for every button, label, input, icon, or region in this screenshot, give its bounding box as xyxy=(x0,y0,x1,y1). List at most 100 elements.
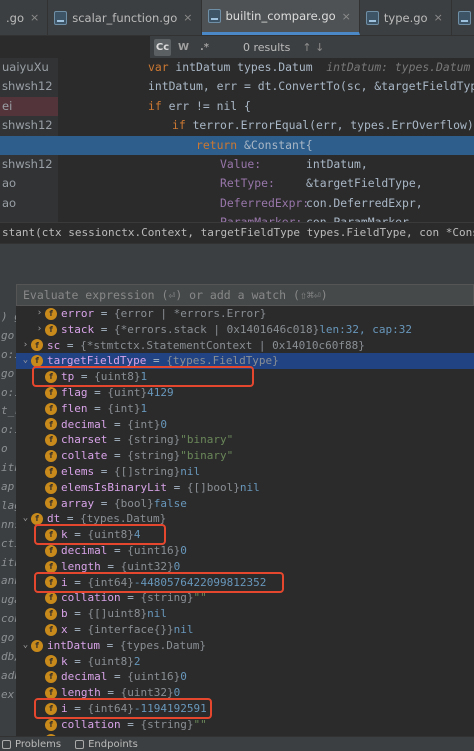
chevron-right-icon[interactable]: › xyxy=(20,338,31,354)
variable-row[interactable]: ⌄ f intDatum = {types.Datum} xyxy=(16,638,474,654)
variable-row[interactable]: f collation = {string} "" xyxy=(16,717,474,733)
stack-frame[interactable]: ) g xyxy=(0,308,16,327)
code-line: DeferredExpr:con.DeferredExpr, xyxy=(220,195,423,210)
whole-words-toggle[interactable]: W xyxy=(175,39,192,56)
variable-row[interactable]: f decimal = {int} 0 xyxy=(16,417,474,433)
evaluate-expression-input[interactable]: Evaluate expression (⏎) or add a watch (… xyxy=(16,284,474,306)
variable-name: collation xyxy=(61,591,121,605)
variable-value: 4129 xyxy=(147,385,174,399)
variable-row[interactable]: f array = {bool} false xyxy=(16,496,474,512)
variable-value: len:32, cap:32 xyxy=(319,322,413,336)
stack-frame[interactable]: ith xyxy=(0,459,16,478)
stack-frame[interactable]: go xyxy=(0,629,16,648)
problems-tab[interactable]: Problems xyxy=(0,739,61,750)
stack-frame[interactable]: ann xyxy=(0,572,16,591)
variable-name: decimal xyxy=(61,543,108,557)
variable-row[interactable]: f decimal = {uint16} 0 xyxy=(16,543,474,559)
variable-type: {[]string} xyxy=(114,464,181,478)
variable-name: decimal xyxy=(61,417,108,431)
editor-tab[interactable]: scalar_function.go × xyxy=(48,0,202,35)
editor-tab-bar: .go × scalar_function.go × builtin_compare.g… xyxy=(0,0,474,36)
annotation-highlight-box xyxy=(34,524,166,546)
equals-sign: = xyxy=(120,591,141,605)
variable-row[interactable]: › f sc = {*stmtctx.StatementContext | 0x14… xyxy=(16,338,474,354)
equals-sign: = xyxy=(99,638,120,652)
stack-frame[interactable]: o:1 xyxy=(0,346,16,365)
stack-frame[interactable]: go xyxy=(0,327,16,346)
stack-frame[interactable]: t_re xyxy=(0,402,16,421)
field-icon: f xyxy=(45,481,57,494)
stack-frame[interactable]: lag xyxy=(0,497,16,516)
variable-row[interactable]: › f error = {error | *errors.Error} xyxy=(16,306,474,322)
stack-frame[interactable]: o xyxy=(0,440,16,459)
breadcrumb[interactable]: stant(ctx sessionctx.Context, targetFiel… xyxy=(0,222,474,242)
variable-row[interactable]: f flen = {int} 1 xyxy=(16,401,474,417)
variable-row[interactable]: f collate = {string} "binary" xyxy=(16,448,474,464)
variable-value: nil xyxy=(239,480,260,494)
stack-frame[interactable]: ex xyxy=(0,686,16,705)
stack-frame[interactable]: nns xyxy=(0,516,16,535)
annotation-highlight-box xyxy=(34,698,212,719)
editor-tab[interactable]: builtin_compare.go × xyxy=(201,0,360,35)
variable-row[interactable]: f flag = {uint} 4129 xyxy=(16,385,474,401)
tab-label: builtin_compare.go xyxy=(225,9,336,23)
stack-frame[interactable]: o:1 xyxy=(0,421,16,440)
regex-toggle[interactable]: .* xyxy=(196,39,213,56)
variable-row[interactable]: f collation = {string} "" xyxy=(16,590,474,606)
chevron-right-icon[interactable]: › xyxy=(34,322,45,338)
code-editor[interactable]: uaiyuXushwsh12eishwsh12shwsh12shwsh12aoa… xyxy=(0,58,474,229)
frames-list[interactable]: ) ggoo:1goo:1t_reo:1oithaplagnnsctioitha… xyxy=(0,284,16,737)
variable-row[interactable]: fx = {interface{}} nil xyxy=(16,622,474,638)
variables-tree[interactable]: › f error = {error | *errors.Error} › f stack… xyxy=(16,306,474,737)
variable-value: false xyxy=(153,496,187,510)
variable-name: charset xyxy=(61,433,108,447)
stack-frame[interactable]: con xyxy=(0,610,16,629)
equals-sign: = xyxy=(107,670,128,684)
close-icon[interactable]: × xyxy=(183,11,192,24)
stack-frame[interactable]: ctio xyxy=(0,535,16,554)
stack-frame[interactable]: adb/ xyxy=(0,667,16,686)
variable-type: {int} xyxy=(107,401,141,415)
variable-row[interactable]: › f stack = {*errors.stack | 0x1401646c018… xyxy=(16,322,474,338)
editor-tab[interactable]: type.go × xyxy=(360,0,452,35)
code-line: var intDatum types.Datum intDatum: types… xyxy=(148,60,471,74)
variable-row[interactable]: f elemsIsBinaryLit = {[]bool} nil xyxy=(16,480,474,496)
tab-label: .go xyxy=(6,10,24,25)
match-case-toggle[interactable]: Cc xyxy=(154,38,171,56)
variable-value: "" xyxy=(193,717,207,731)
field-icon: f xyxy=(45,465,57,478)
variable-row[interactable]: f decimal = {uint16} 0 xyxy=(16,669,474,685)
code-lines[interactable]: var intDatum types.Datum intDatum: types… xyxy=(0,58,474,233)
variable-row[interactable]: fk = {uint8} 2 xyxy=(16,654,474,670)
code-line: if terror.ErrorEqual(err, types.ErrOverf… xyxy=(172,118,474,133)
stack-frame[interactable]: go xyxy=(0,365,16,384)
chevron-down-icon[interactable]: ⌄ xyxy=(20,353,31,369)
variable-name: array xyxy=(61,496,95,510)
variable-type: {string} xyxy=(140,717,194,731)
variable-row[interactable]: fb = {[]uint8} nil xyxy=(16,606,474,622)
variable-value: 0 xyxy=(160,417,167,431)
variable-type: {interface{}} xyxy=(87,622,174,636)
field-icon: f xyxy=(45,592,57,605)
chevron-down-icon[interactable]: ⌄ xyxy=(20,511,31,527)
variable-row[interactable]: f elems = {[]string} nil xyxy=(16,464,474,480)
find-nav-arrows[interactable]: ↑ ↓ xyxy=(302,41,324,54)
endpoints-tab[interactable]: Endpoints xyxy=(73,739,138,750)
chevron-down-icon[interactable]: ⌄ xyxy=(20,638,31,654)
editor-tab[interactable]: .go × xyxy=(0,0,49,35)
variable-row[interactable]: f charset = {string} "binary" xyxy=(16,432,474,448)
close-icon[interactable]: × xyxy=(434,11,443,24)
field-icon: f xyxy=(45,386,57,399)
stack-frame[interactable]: ith xyxy=(0,554,16,573)
find-results-count: 0 results xyxy=(243,40,291,54)
stack-frame[interactable]: ap xyxy=(0,478,16,497)
field-icon: f xyxy=(31,639,43,652)
stack-frame[interactable]: o:1 xyxy=(0,384,16,403)
stack-frame[interactable]: db/ xyxy=(0,648,16,667)
close-icon[interactable]: × xyxy=(342,10,351,23)
editor-tab[interactable]: conn.go× xyxy=(452,0,474,35)
variable-name: stack xyxy=(61,322,95,336)
close-icon[interactable]: × xyxy=(30,11,39,24)
stack-frame[interactable]: uga xyxy=(0,591,16,610)
chevron-right-icon[interactable]: › xyxy=(34,306,45,322)
